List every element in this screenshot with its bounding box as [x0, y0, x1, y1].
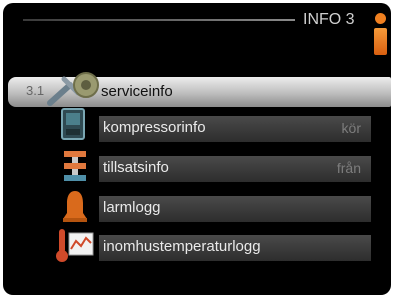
- menu-item-number: 3.1: [26, 83, 45, 98]
- wrench-icon: [47, 72, 99, 106]
- menu-item-label: kompressorinfo: [103, 119, 206, 136]
- menu-item-tillsatsinfo[interactable]: tillsatsinfo från: [99, 156, 371, 182]
- heater-icon: [64, 151, 86, 181]
- menu-item-label: inomhustemperaturlogg: [103, 238, 261, 255]
- info-icon: [371, 13, 389, 55]
- menu-item-kompressorinfo[interactable]: kompressorinfo kör: [99, 116, 371, 142]
- menu-item-larmlogg[interactable]: larmlogg: [99, 196, 371, 222]
- temperature-log-icon: [56, 229, 94, 262]
- menu-item-serviceinfo[interactable]: 3.1 serviceinfo: [8, 72, 391, 107]
- compressor-icon: [61, 108, 85, 140]
- menu-item-label: tillsatsinfo: [103, 159, 169, 176]
- menu-item-value: kör: [341, 120, 361, 136]
- menu-panel: INFO 3 3.1 serviceinfo kompressorinfo kö…: [3, 3, 391, 295]
- menu-item-label: serviceinfo: [101, 83, 173, 100]
- menu-item-label: larmlogg: [103, 199, 161, 216]
- bell-icon: [63, 191, 87, 222]
- menu-item-inomhustemperaturlogg[interactable]: inomhustemperaturlogg: [99, 235, 371, 261]
- menu-title: INFO 3: [303, 11, 355, 28]
- header-line: [23, 19, 295, 21]
- menu-item-value: från: [336, 160, 361, 176]
- display-screen: INFO 3 3.1 serviceinfo kompressorinfo kö…: [0, 0, 394, 298]
